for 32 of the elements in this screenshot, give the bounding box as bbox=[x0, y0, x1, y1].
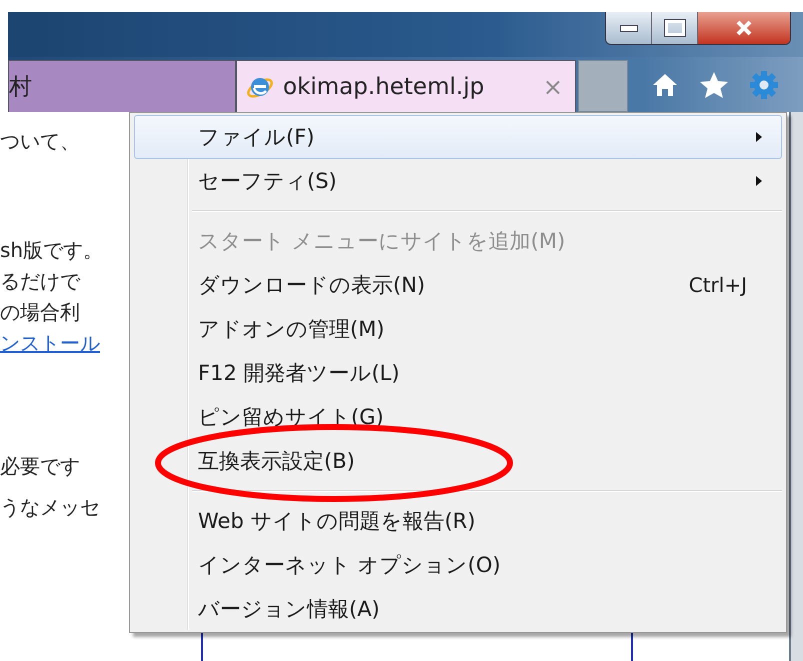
close-icon bbox=[735, 20, 753, 36]
menu-item[interactable]: セーフティ(S) bbox=[134, 159, 782, 203]
submenu-arrow-icon bbox=[755, 131, 763, 143]
browser-tab[interactable]: okimap.heteml.jp × bbox=[236, 60, 576, 112]
menu-item[interactable]: F12 開発者ツール(L) bbox=[134, 351, 782, 395]
menu-item[interactable]: アドオンの管理(M) bbox=[134, 307, 782, 351]
page-text: 必要です bbox=[0, 453, 81, 480]
page-text: るだけで bbox=[0, 268, 82, 295]
page-text: sh版です。 bbox=[0, 237, 104, 264]
menu-item[interactable]: 互換表示設定(B) bbox=[134, 439, 782, 483]
close-button[interactable] bbox=[698, 12, 790, 44]
maximize-button[interactable] bbox=[652, 12, 698, 44]
tab-label: 村 bbox=[9, 73, 32, 102]
maximize-icon bbox=[664, 20, 684, 36]
menu-item[interactable]: インターネット オプション(O) bbox=[134, 543, 782, 587]
menu-item[interactable]: ファイル(F) bbox=[134, 115, 782, 159]
page-text: うなメッセ bbox=[0, 494, 101, 521]
menu-item[interactable]: Web サイトの問題を報告(R) bbox=[134, 499, 782, 543]
browser-tab[interactable]: 村 bbox=[8, 60, 236, 112]
minimize-button[interactable] bbox=[606, 12, 652, 44]
favorites-star-icon[interactable] bbox=[699, 70, 729, 98]
menu-item[interactable]: バージョン情報(A) bbox=[134, 587, 782, 631]
page-text: ついて、 bbox=[0, 128, 81, 155]
submenu-arrow-icon bbox=[755, 175, 763, 187]
home-icon[interactable] bbox=[651, 72, 679, 98]
settings-icon[interactable] bbox=[749, 70, 779, 100]
page-text: の場合利 bbox=[0, 299, 81, 326]
minimize-icon bbox=[620, 24, 638, 32]
menu-item[interactable]: ダウンロードの表示(N) Ctrl+J bbox=[134, 263, 782, 307]
shortcut-text: Ctrl+J bbox=[688, 273, 747, 297]
tab-label: okimap.heteml.jp bbox=[283, 74, 486, 100]
page-link[interactable]: ンストール bbox=[0, 328, 100, 359]
